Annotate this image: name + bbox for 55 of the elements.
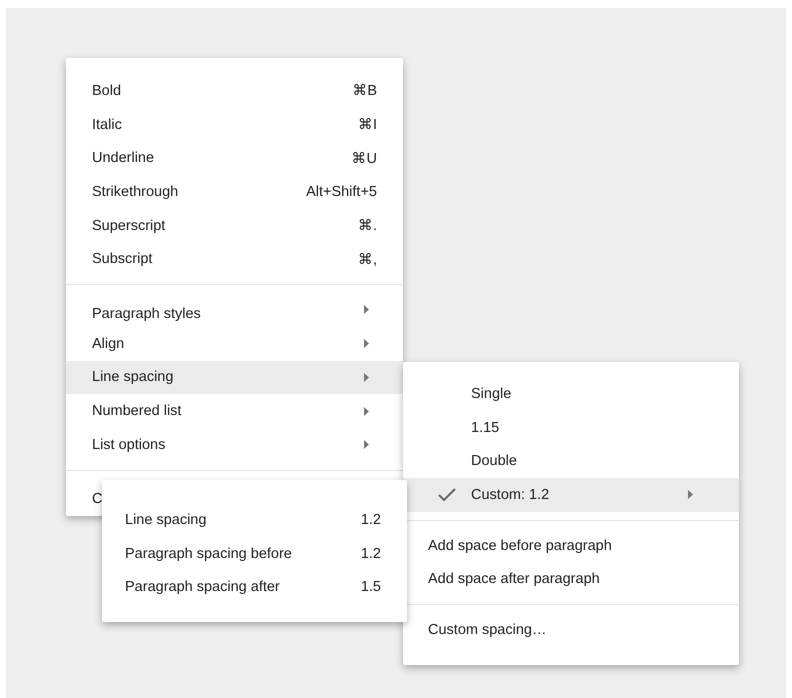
menu-item[interactable]: Double	[403, 444, 739, 478]
menu-item[interactable]: Align	[66, 326, 403, 360]
spacing-value: 1.2	[360, 512, 381, 528]
menu-item[interactable]: Custom spacing…	[403, 613, 739, 647]
menu-item[interactable]: Single	[403, 377, 739, 411]
menu-item-label: Bold	[92, 82, 122, 99]
menu-item-label: 1.15	[471, 420, 500, 436]
submenu-arrow-icon	[364, 339, 369, 348]
menu-item[interactable]: Superscript ⌘.	[66, 208, 403, 242]
shortcut-label: ⌘B	[352, 82, 377, 100]
menu-item[interactable]: Italic ⌘I	[66, 108, 403, 142]
menu-item-label: Custom spacing…	[428, 622, 548, 638]
menu-item-label: Line spacing	[92, 369, 174, 386]
menu-item-label: Superscript	[92, 218, 166, 234]
menu-item-label: Single	[471, 386, 512, 402]
spacing-label: Line spacing	[125, 512, 208, 528]
menu-item-label: Paragraph styles	[92, 304, 202, 322]
shortcut-label: ⌘U	[352, 150, 377, 167]
menu-item[interactable]: Bold ⌘B	[66, 74, 403, 108]
menu-item-label: Numbered list	[92, 403, 182, 420]
shortcut-label: ⌘,	[358, 250, 377, 268]
menu-item[interactable]: Paragraph styles	[66, 293, 403, 327]
spacing-value: 1.5	[360, 579, 381, 596]
spacing-label: Paragraph spacing after	[125, 579, 281, 596]
submenu-arrow-icon	[364, 440, 369, 450]
menu-item[interactable]: Custom: 1.2	[403, 478, 739, 512]
menu-item[interactable]: Strikethrough Alt+Shift+5	[66, 175, 403, 209]
menu-item[interactable]: Add space after paragraph	[403, 562, 739, 596]
spacing-label: Paragraph spacing before	[125, 546, 293, 562]
menu-item-label: List options	[92, 436, 166, 453]
submenu-arrow-icon	[364, 305, 369, 314]
menu-item-label: Custom: 1.2	[471, 486, 550, 503]
menu-item[interactable]: Add space before paragraph	[403, 528, 739, 562]
menu-item-label: Subscript	[92, 251, 154, 268]
menu-item[interactable]: 1.15	[403, 410, 739, 444]
menu-item[interactable]: Numbered list	[66, 394, 403, 428]
shortcut-label: ⌘.	[358, 217, 377, 234]
menu-item[interactable]: Line spacing	[66, 360, 403, 394]
menu-item[interactable]: Subscript ⌘,	[66, 242, 403, 276]
menu-item-label: Italic	[92, 116, 123, 133]
menu-item-label: Underline	[92, 150, 156, 166]
menu-item-label: Double	[471, 453, 518, 470]
menu-item-label: Add space after paragraph	[428, 571, 601, 588]
spacing-value: 1.2	[360, 546, 381, 562]
submenu-arrow-icon	[364, 372, 369, 382]
menu-item-label: Strikethrough	[92, 184, 180, 200]
menu-item-label: C	[92, 490, 104, 508]
submenu-arrow-icon	[364, 406, 369, 416]
menu-item-label: Add space before paragraph	[428, 538, 613, 554]
shortcut-label: Alt+Shift+5	[306, 184, 377, 200]
submenu-arrow-icon	[688, 490, 693, 500]
menu-item[interactable]: List options	[66, 428, 403, 462]
shortcut-label: ⌘I	[358, 116, 377, 134]
menu-item-label: Align	[92, 336, 126, 352]
menu-item[interactable]: Underline ⌘U	[66, 141, 403, 176]
